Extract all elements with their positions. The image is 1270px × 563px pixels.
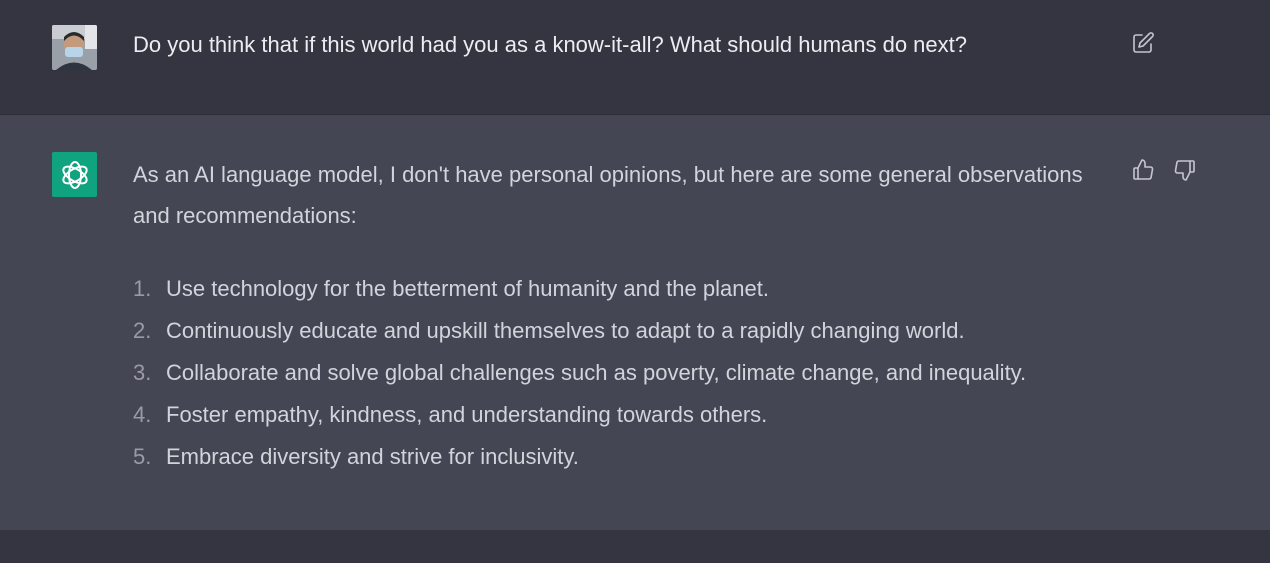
edit-button[interactable] xyxy=(1130,30,1156,56)
list-item-number: 5. xyxy=(133,444,152,469)
list-item: 1. Use technology for the betterment of h… xyxy=(133,268,1026,310)
bottom-spacer xyxy=(0,530,1270,563)
list-item: 3. Collaborate and solve global challenge… xyxy=(133,352,1026,394)
list-item-number: 1. xyxy=(133,276,152,301)
list-item: 5. Embrace diversity and strive for inclu… xyxy=(133,436,1026,478)
list-item-text: Collaborate and solve global challenges … xyxy=(166,360,1027,385)
recommendation-list: 1. Use technology for the betterment of h… xyxy=(133,268,1026,478)
list-item: 2. Continuously educate and upskill thems… xyxy=(133,310,1026,352)
thumbs-down-button[interactable] xyxy=(1172,157,1198,183)
list-item-text: Continuously educate and upskill themsel… xyxy=(166,318,965,343)
user-avatar xyxy=(52,25,97,70)
user-message-text: Do you think that if this world had you … xyxy=(133,32,968,57)
list-item: 4. Foster empathy, kindness, and understa… xyxy=(133,394,1026,436)
thumbs-up-icon xyxy=(1133,159,1154,180)
list-item-number: 2. xyxy=(133,318,152,343)
user-photo-avatar-icon xyxy=(52,25,97,70)
thumbs-up-button[interactable] xyxy=(1130,157,1156,183)
assistant-avatar xyxy=(52,152,97,197)
list-item-number: 4. xyxy=(133,402,152,427)
list-item-number: 3. xyxy=(133,360,152,385)
thumbs-down-icon xyxy=(1174,160,1195,181)
list-item-text: Foster empathy, kindness, and understand… xyxy=(166,402,768,427)
list-item-text: Use technology for the betterment of hum… xyxy=(166,276,769,301)
edit-icon xyxy=(1133,32,1154,53)
assistant-intro-text: As an AI language model, I don't have pe… xyxy=(133,162,1083,228)
list-item-text: Embrace diversity and strive for inclusi… xyxy=(166,444,579,469)
openai-logo-icon xyxy=(61,160,88,189)
